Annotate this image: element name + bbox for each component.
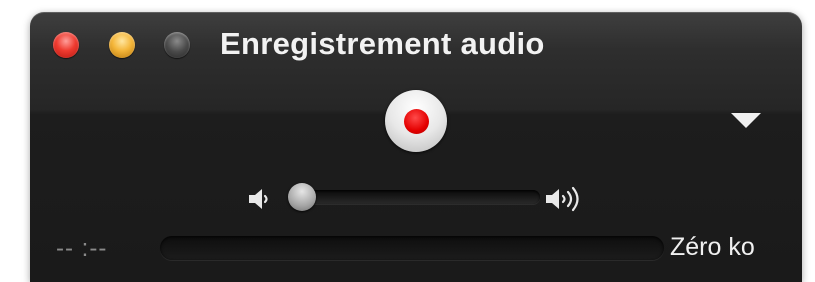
speaker-high-icon: [546, 186, 579, 212]
volume-slider-knob[interactable]: [288, 183, 316, 211]
record-icon: [404, 109, 429, 134]
title-bar[interactable]: Enregistrement audio: [30, 12, 802, 78]
close-window-button[interactable]: [53, 32, 79, 58]
options-menu-button[interactable]: [731, 113, 761, 128]
window-title: Enregistrement audio: [220, 26, 545, 61]
elapsed-time: -- :--: [56, 235, 108, 262]
volume-slider-track[interactable]: [294, 190, 540, 204]
record-button[interactable]: [385, 90, 447, 152]
speaker-low-icon: [249, 189, 268, 209]
minimize-window-button[interactable]: [109, 32, 135, 58]
recording-progress-bar: [160, 236, 664, 260]
audio-recording-window: Enregistrement audio -- :-- Zéro ko: [30, 12, 802, 282]
file-size: Zéro ko: [670, 233, 755, 261]
zoom-window-button[interactable]: [164, 32, 190, 58]
